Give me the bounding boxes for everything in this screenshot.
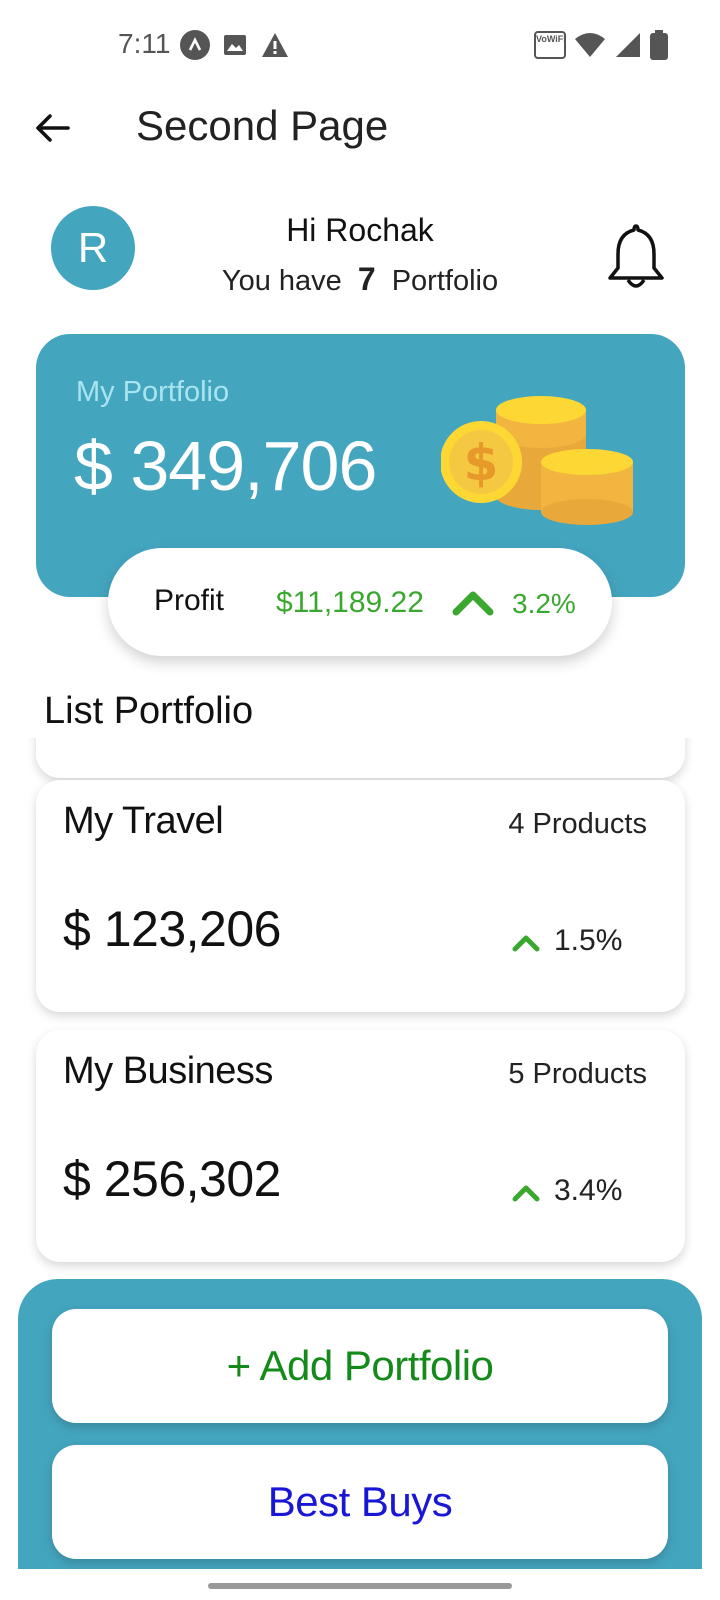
app-bar: Second Page xyxy=(0,92,720,184)
portfolio-item-name: My Travel xyxy=(63,800,224,842)
status-icons-right: VoWiFi xyxy=(534,30,668,60)
battery-icon xyxy=(650,30,668,60)
chevron-up-icon xyxy=(512,935,540,952)
wifi-icon xyxy=(575,33,605,57)
portfolio-item-card[interactable]: My Business 5 Products $ 256,302 3.4% xyxy=(36,1030,685,1262)
portfolio-item-value: $ 256,302 xyxy=(63,1151,281,1207)
count-prefix: You have xyxy=(221,265,342,297)
status-time: 7:11 xyxy=(118,28,171,59)
app-a-icon xyxy=(180,30,210,60)
home-indicator[interactable] xyxy=(208,1583,512,1589)
profit-percent: 3.2% xyxy=(512,588,576,619)
portfolio-item-products: 5 Products xyxy=(508,1058,647,1090)
portfolio-count-line: You have 7 Portfolio xyxy=(150,261,570,298)
vowifi-icon: VoWiFi xyxy=(534,31,566,59)
signal-icon xyxy=(616,33,640,57)
status-bar: 7:11 VoWiFi xyxy=(0,0,720,92)
portfolio-count: 7 xyxy=(357,261,376,297)
status-icons-left xyxy=(180,30,290,60)
back-arrow-icon[interactable] xyxy=(32,108,72,148)
greeting-text: Hi Rochak xyxy=(286,212,434,248)
bell-icon[interactable] xyxy=(605,222,667,292)
portfolio-item-value: $ 123,206 xyxy=(63,901,281,957)
portfolio-item-percent: 1.5% xyxy=(554,924,623,957)
bottom-action-panel: + Add Portfolio Best Buys xyxy=(18,1279,702,1569)
image-icon xyxy=(224,35,246,55)
portfolio-item-percent: 3.4% xyxy=(554,1174,623,1207)
greeting-block: Hi Rochak You have 7 Portfolio xyxy=(150,212,570,298)
portfolio-item-card[interactable]: My Travel 4 Products $ 123,206 1.5% xyxy=(36,780,685,1012)
svg-text:$: $ xyxy=(464,434,499,492)
avatar[interactable]: R xyxy=(51,206,135,290)
chevron-up-icon xyxy=(452,591,494,616)
portfolio-total-value: $ 349,706 xyxy=(74,427,377,505)
profit-pill: Profit $11,189.22 3.2% xyxy=(108,548,612,656)
page-title: Second Page xyxy=(136,102,389,149)
best-buys-button[interactable]: Best Buys xyxy=(52,1445,668,1559)
profit-value: $11,189.22 xyxy=(276,586,424,619)
chevron-up-icon xyxy=(512,1185,540,1202)
portfolio-item-name: My Business xyxy=(63,1050,273,1092)
coins-icon: $ xyxy=(441,396,633,525)
profit-label: Profit xyxy=(154,584,225,617)
warning-icon xyxy=(262,33,288,57)
count-suffix: Portfolio xyxy=(391,265,499,297)
list-item[interactable] xyxy=(36,738,685,778)
portfolio-label: My Portfolio xyxy=(76,376,230,408)
list-portfolio-title: List Portfolio xyxy=(44,690,254,732)
add-portfolio-button[interactable]: + Add Portfolio xyxy=(52,1309,668,1423)
portfolio-list[interactable]: My Travel 4 Products $ 123,206 1.5% My B… xyxy=(0,738,720,1280)
portfolio-item-products: 4 Products xyxy=(508,808,647,840)
